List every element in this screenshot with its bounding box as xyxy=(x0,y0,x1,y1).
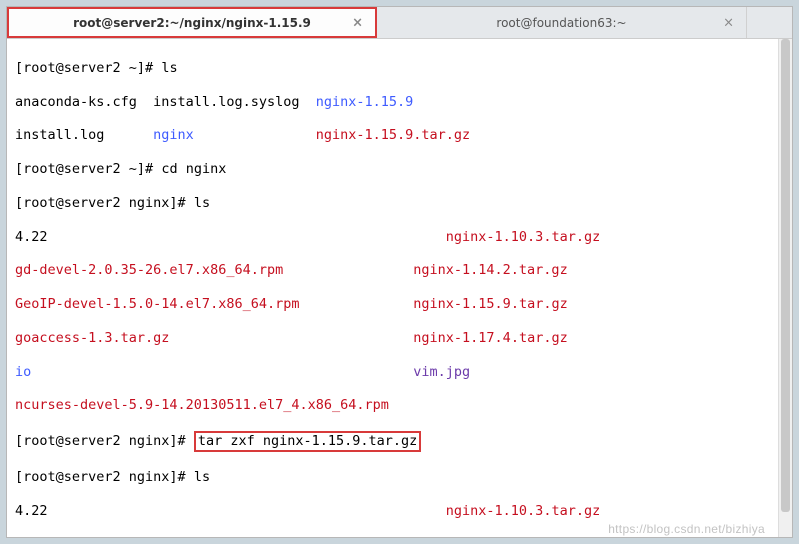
dir: io xyxy=(15,364,31,380)
file: gd-devel-2.0.35-26.el7.x86_64.rpm xyxy=(15,536,283,537)
tab-foundation63[interactable]: root@foundation63:~ × xyxy=(377,7,747,38)
file: nginx-1.14.2.tar.gz xyxy=(413,262,567,278)
dir-nginx: nginx xyxy=(153,127,194,143)
file: GeoIP-devel-1.5.0-14.el7.x86_64.rpm xyxy=(15,296,299,312)
scrollbar[interactable] xyxy=(778,39,792,537)
file: nginx-1.17.4.tar.gz xyxy=(413,330,567,346)
file-nginx-tar: nginx-1.15.9.tar.gz xyxy=(316,127,470,143)
cmd-ls: ls xyxy=(194,469,210,485)
prompt: [root@server2 nginx]# xyxy=(15,433,194,449)
cmd-ls: ls xyxy=(194,195,210,211)
highlight-tar-cmd: tar zxf nginx-1.15.9.tar.gz xyxy=(194,431,421,452)
file: goaccess-1.3.tar.gz xyxy=(15,330,169,346)
cmd-cd: cd nginx xyxy=(161,161,226,177)
file: 4.22 xyxy=(15,503,48,519)
file-img: vim.jpg xyxy=(413,364,470,380)
prompt: [root@server2 nginx]# xyxy=(15,195,194,211)
scroll-thumb[interactable] xyxy=(781,39,790,512)
cmd-tar: tar zxf nginx-1.15.9.tar.gz xyxy=(198,433,417,449)
terminal-window: root@server2:~/nginx/nginx-1.15.9 × root… xyxy=(6,6,793,538)
tab-title: root@server2:~/nginx/nginx-1.15.9 xyxy=(73,16,311,30)
file: nginx-1.10.3.tar.gz xyxy=(446,229,600,245)
file: anaconda-ks.cfg install.log.syslog xyxy=(15,94,316,110)
terminal-output[interactable]: [root@server2 ~]# ls anaconda-ks.cfg ins… xyxy=(7,39,792,537)
dir-nginx-ver: nginx-1.15.9 xyxy=(316,94,414,110)
file: nginx-1.15.9.tar.gz xyxy=(413,296,567,312)
tab-bar: root@server2:~/nginx/nginx-1.15.9 × root… xyxy=(7,7,792,39)
file: install.log xyxy=(15,127,153,143)
file: nginx-1.10.3.tar.gz xyxy=(446,503,600,519)
close-icon[interactable]: × xyxy=(352,15,363,30)
cmd-ls: ls xyxy=(161,60,177,76)
tab-title: root@foundation63:~ xyxy=(496,16,626,30)
file: nginx-1.14.2.tar.gz xyxy=(413,536,567,537)
prompt: [root@server2 ~]# xyxy=(15,161,161,177)
prompt: [root@server2 ~]# xyxy=(15,60,161,76)
file: gd-devel-2.0.35-26.el7.x86_64.rpm xyxy=(15,262,283,278)
prompt: [root@server2 nginx]# xyxy=(15,469,194,485)
tab-server2[interactable]: root@server2:~/nginx/nginx-1.15.9 × xyxy=(7,7,377,38)
file: 4.22 xyxy=(15,229,48,245)
file: ncurses-devel-5.9-14.20130511.el7_4.x86_… xyxy=(15,397,389,413)
close-icon[interactable]: × xyxy=(723,15,734,30)
